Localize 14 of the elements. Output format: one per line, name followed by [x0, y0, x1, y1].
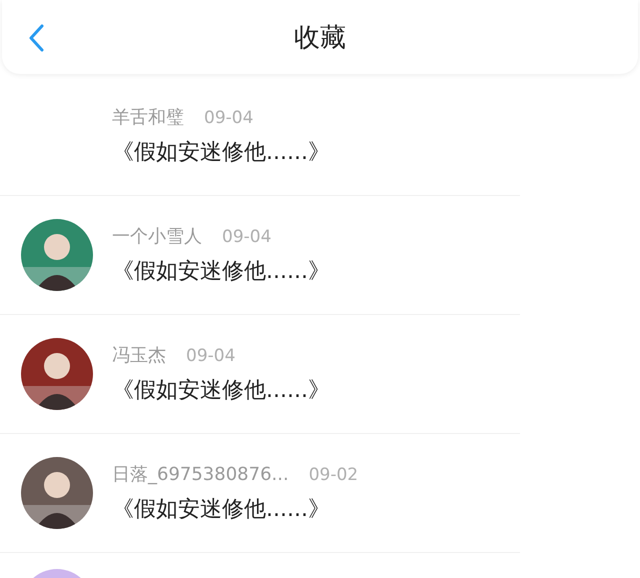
date-label: 09-04 — [222, 227, 272, 247]
date-label: 09-04 — [186, 346, 236, 366]
story-title[interactable]: 《假如安迷修他......》 — [112, 375, 330, 405]
story-title[interactable]: 《假如安迷修他......》 — [112, 137, 330, 167]
back-icon — [28, 24, 44, 52]
story-title[interactable]: 《假如安迷修他......》 — [112, 256, 330, 286]
date-label: 09-02 — [308, 465, 358, 485]
user-name: 日落_6975380876... — [112, 463, 289, 486]
date-label: 09-04 — [204, 108, 254, 128]
user-name: 冯玉杰 — [112, 344, 166, 367]
user-name: 一个小雪人 — [112, 225, 202, 248]
page-title: 收藏 — [294, 22, 346, 54]
story-title[interactable]: 《假如安迷修他......》 — [112, 494, 358, 524]
user-name: 羊舌和璧 — [112, 106, 184, 129]
